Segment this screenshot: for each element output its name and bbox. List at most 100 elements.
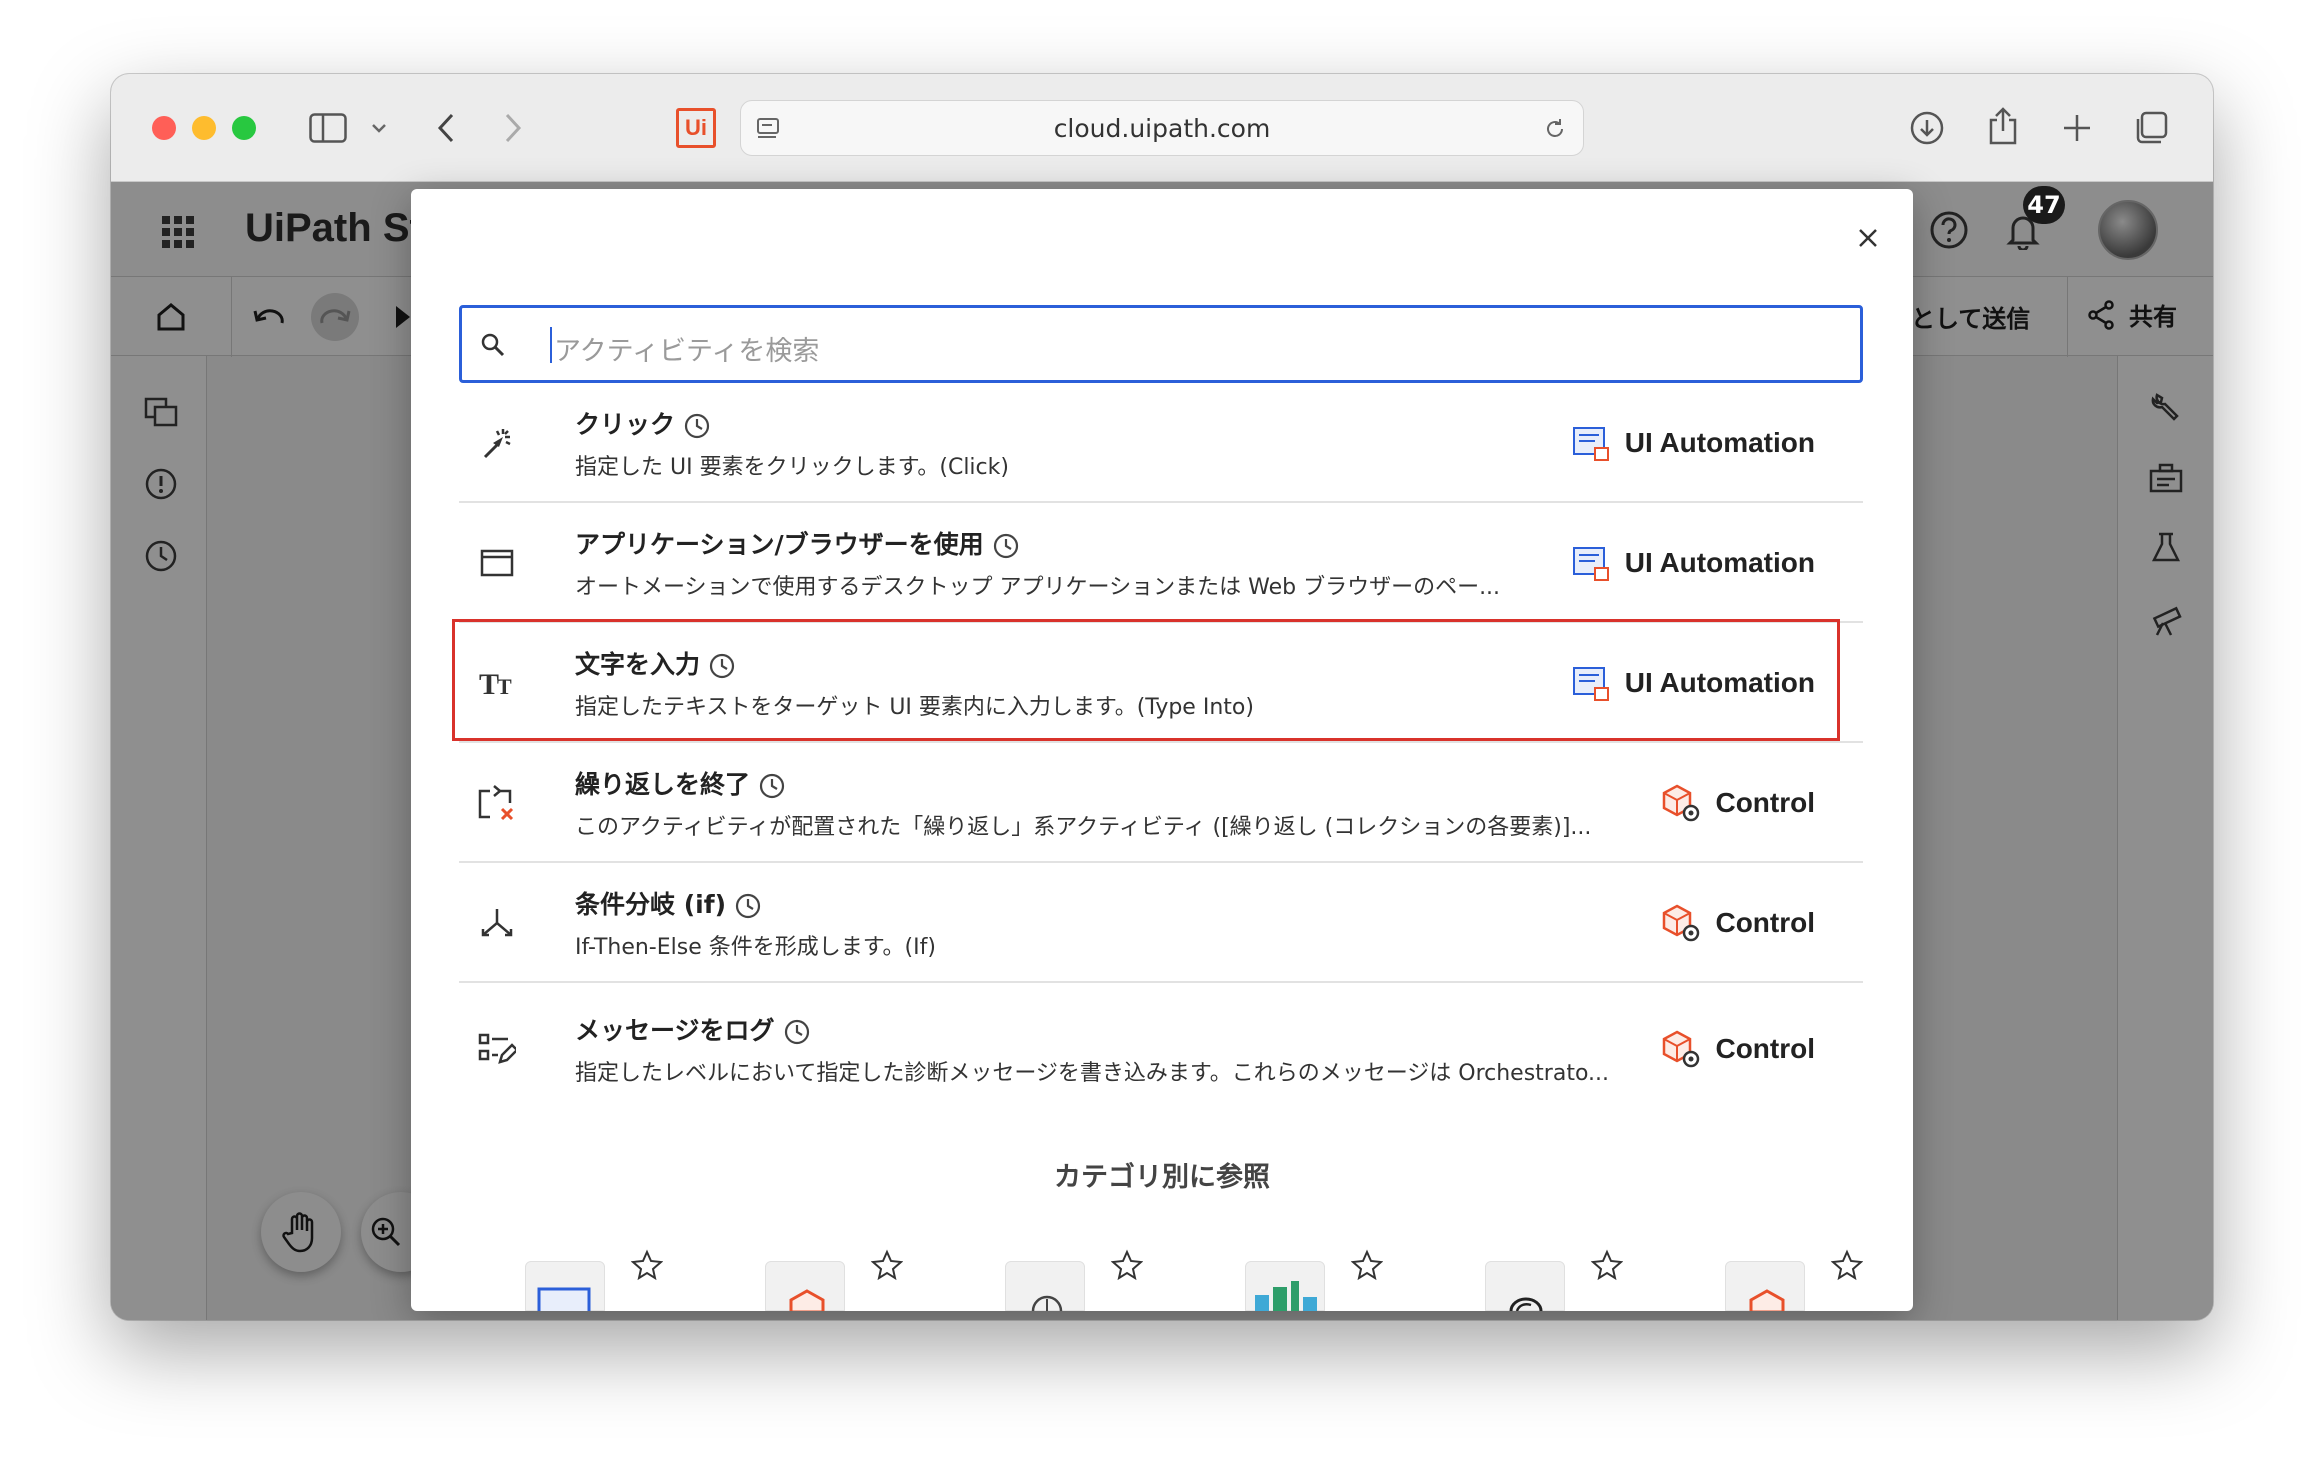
- new-tab-icon[interactable]: [2057, 108, 2097, 148]
- minimize-window-button[interactable]: [192, 116, 216, 140]
- category-card-ai[interactable]: [1005, 1249, 1155, 1311]
- activity-row-break[interactable]: 繰り返しを終了 このアクティビティが配置された「繰り返し」系アクティビティ ([…: [459, 743, 1863, 863]
- activity-row-use-application[interactable]: アプリケーション/ブラウザーを使用 オートメーションで使用するデスクトップ アプ…: [459, 503, 1863, 623]
- star-icon[interactable]: [1111, 1249, 1143, 1281]
- category-heading: カテゴリ別に参照: [1054, 1162, 1270, 1193]
- share-icon[interactable]: [1983, 104, 2023, 148]
- category-card-analytics[interactable]: [1245, 1249, 1395, 1311]
- send-as-button[interactable]: として送信: [1911, 299, 2030, 334]
- chevron-down-icon[interactable]: [369, 118, 389, 138]
- history-icon[interactable]: [141, 536, 181, 576]
- activity-description: このアクティビティが配置された「繰り返し」系アクティビティ ([繰り返し (コレ…: [575, 815, 1592, 840]
- package-label: UI Automation: [1571, 543, 1815, 583]
- category-card-ui-automation[interactable]: [525, 1249, 675, 1311]
- ui-automation-package-icon: [1572, 427, 1609, 461]
- activity-title-text: 条件分岐 (if): [575, 890, 727, 919]
- help-icon[interactable]: [1927, 208, 1971, 252]
- flask-icon[interactable]: [2146, 528, 2186, 568]
- hand-icon: [282, 1212, 314, 1253]
- wrench-icon[interactable]: [2146, 386, 2186, 426]
- uipath-logo[interactable]: UiPath St: [245, 206, 423, 251]
- activity-description: If-Then-Else 条件を形成します。(If): [575, 935, 936, 960]
- package-name: UI Automation: [1624, 427, 1815, 458]
- activity-title: メッセージをログ: [575, 1011, 811, 1047]
- toolbar-divider: [2067, 277, 2068, 357]
- zoom-in-icon: [371, 1217, 401, 1247]
- forward-arrow-icon[interactable]: [498, 110, 528, 146]
- search-placeholder: アクティビティを検索: [554, 336, 820, 367]
- activity-row-log-message[interactable]: メッセージをログ 指定したレベルにおいて指定した診断メッセージを書き込みます。こ…: [459, 983, 1863, 1113]
- right-panel-rail: [2117, 356, 2213, 1320]
- recent-clock-icon: [759, 773, 785, 799]
- star-icon[interactable]: [1591, 1249, 1623, 1281]
- branch-icon: [473, 899, 521, 947]
- activity-row-if[interactable]: 条件分岐 (if) If-Then-Else 条件を形成します。(If) Con…: [459, 863, 1863, 983]
- maximize-window-button[interactable]: [232, 116, 256, 140]
- tab-overview-icon[interactable]: [2131, 108, 2171, 148]
- category-card-system[interactable]: [1725, 1249, 1875, 1311]
- activity-row-click[interactable]: クリック 指定した UI 要素をクリックします。(Click) UI Autom…: [459, 383, 1863, 503]
- control-category-icon: [789, 1289, 825, 1311]
- home-icon[interactable]: [151, 297, 191, 337]
- project-files-icon[interactable]: [141, 392, 181, 432]
- activity-title-text: メッセージをログ: [575, 1016, 775, 1045]
- activity-description: 指定した UI 要素をクリックします。(Click): [575, 455, 1009, 480]
- package-name: Control: [1715, 1033, 1815, 1064]
- analytics-category-icon: [1255, 1281, 1317, 1311]
- toolbox-icon[interactable]: [2146, 458, 2186, 498]
- logo-text: UiPath: [245, 206, 372, 250]
- log-message-icon: [473, 1025, 521, 1073]
- site-favicon[interactable]: Ui: [676, 108, 716, 148]
- share-button[interactable]: 共有: [2087, 297, 2177, 332]
- category-card-control[interactable]: [765, 1249, 915, 1311]
- run-icon[interactable]: [395, 303, 411, 331]
- text-cursor: [550, 327, 552, 363]
- reload-icon[interactable]: [1541, 115, 1569, 143]
- category-card-integration[interactable]: [1485, 1249, 1635, 1311]
- ui-automation-category-icon: [537, 1287, 591, 1311]
- package-label: UI Automation: [1571, 423, 1815, 463]
- control-package-icon: [1663, 784, 1700, 822]
- toolbar-divider: [231, 277, 232, 357]
- redo-icon[interactable]: [311, 293, 359, 341]
- click-icon: [473, 419, 521, 467]
- star-icon[interactable]: [1831, 1249, 1863, 1281]
- activity-title-text: 繰り返しを終了: [575, 770, 751, 799]
- download-icon[interactable]: [1907, 108, 1947, 148]
- activity-title-text: アプリケーション/ブラウザーを使用: [575, 530, 984, 559]
- browser-window: Ui cloud.uipath.com UiPath St 47 として送信 共…: [111, 74, 2213, 1320]
- activity-description: オートメーションで使用するデスクトップ アプリケーションまたは Web ブラウザ…: [575, 575, 1501, 600]
- star-icon[interactable]: [871, 1249, 903, 1281]
- close-window-button[interactable]: [152, 116, 176, 140]
- package-label: Control: [1661, 1029, 1815, 1069]
- undo-icon[interactable]: [249, 297, 289, 337]
- activity-title: 条件分岐 (if): [575, 885, 762, 921]
- ai-category-icon: [1031, 1295, 1063, 1311]
- recent-clock-icon: [993, 533, 1018, 559]
- close-icon[interactable]: [1851, 221, 1885, 255]
- control-package-icon: [1663, 904, 1700, 942]
- avatar[interactable]: [2098, 200, 2158, 260]
- highlight-box: [452, 619, 1840, 741]
- window-icon: [473, 539, 521, 587]
- share-nodes-icon: [2088, 299, 2114, 330]
- activity-search-dialog: アクティビティを検索 クリック 指定した UI 要素をクリックします。(Clic…: [411, 189, 1913, 1311]
- star-icon[interactable]: [1351, 1249, 1383, 1281]
- address-bar[interactable]: cloud.uipath.com: [740, 100, 1584, 156]
- pan-hand-button[interactable]: [261, 1192, 341, 1272]
- browser-toolbar: Ui cloud.uipath.com: [111, 74, 2213, 182]
- star-icon[interactable]: [631, 1249, 663, 1281]
- apps-grid-icon[interactable]: [158, 212, 198, 252]
- control-package-icon: [1663, 1030, 1700, 1068]
- back-arrow-icon[interactable]: [431, 110, 461, 146]
- activity-title: アプリケーション/ブラウザーを使用: [575, 525, 1020, 561]
- left-panel-rail: [111, 356, 207, 1320]
- activity-title: 繰り返しを終了: [575, 765, 786, 801]
- activity-title-text: クリック: [575, 410, 676, 439]
- telescope-icon[interactable]: [2146, 600, 2186, 640]
- package-name: Control: [1715, 907, 1815, 938]
- notification-badge: 47: [2023, 186, 2065, 224]
- activity-search-input[interactable]: アクティビティを検索: [459, 305, 1863, 383]
- errors-icon[interactable]: [141, 464, 181, 504]
- sidebar-toggle-icon[interactable]: [307, 110, 349, 146]
